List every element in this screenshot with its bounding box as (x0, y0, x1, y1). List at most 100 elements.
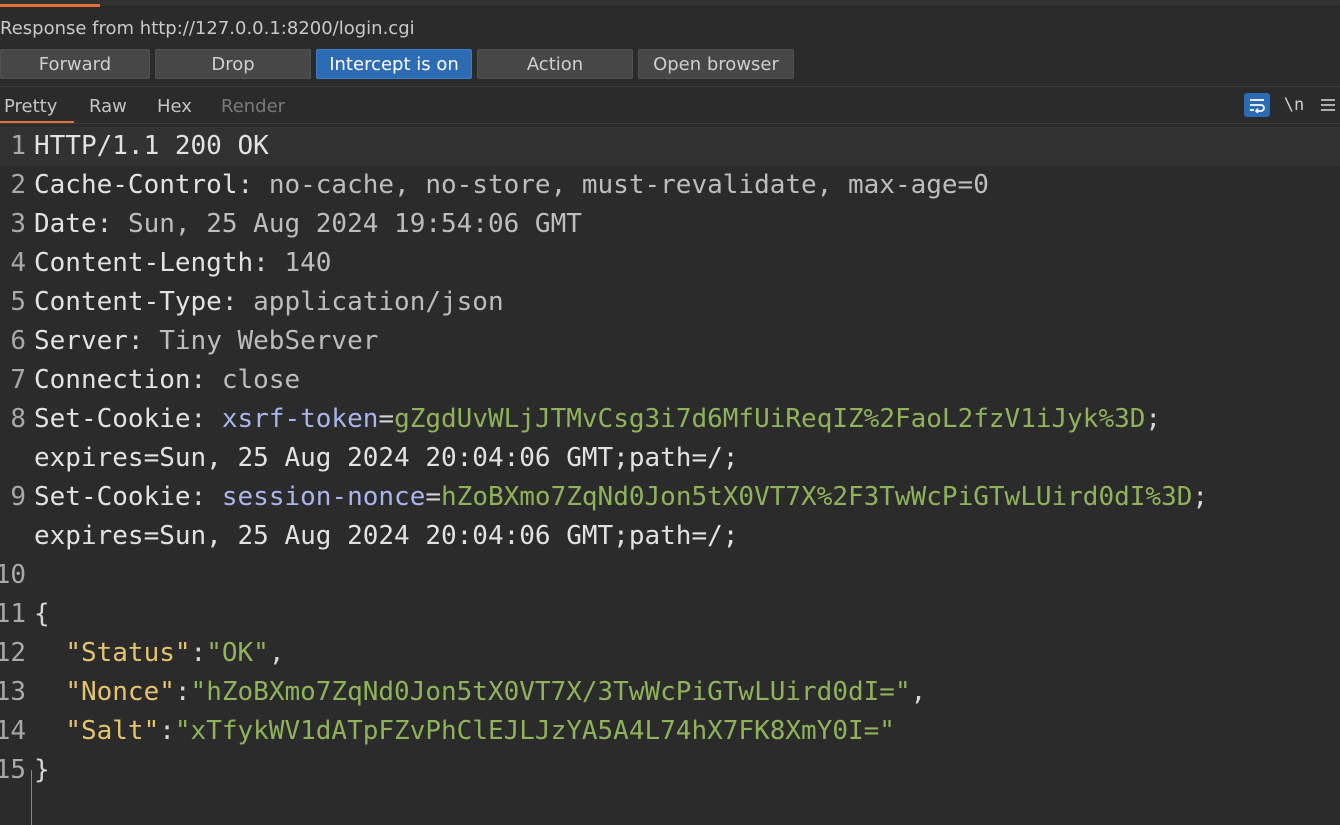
code-token: Date (34, 209, 97, 239)
code-token: hZoBXmo7ZqNd0Jon5tX0VT7X%2F3TwWcPiGTwLUi… (441, 482, 1193, 512)
intercept-toolbar: Forward Drop Intercept is on Action Open… (0, 49, 1340, 81)
code-line: 4 Content-Length: 140 (0, 244, 1340, 283)
code-token: Set-Cookie (34, 404, 191, 434)
line-number: 6 (10, 326, 26, 356)
code-token: { (34, 599, 50, 629)
wrap-lines-icon[interactable] (1244, 93, 1270, 117)
code-token: "Salt" (65, 716, 160, 746)
response-editor[interactable]: 1 HTTP/1.1 200 OK 2 Cache-Control: no-cache… (0, 126, 1340, 825)
action-button[interactable]: Action (477, 49, 633, 79)
code-token: : (127, 326, 160, 356)
code-token: HTTP/1.1 200 OK (34, 131, 269, 161)
code-token: : (253, 248, 285, 278)
line-number: 2 (10, 170, 26, 200)
hamburger-menu-icon[interactable] (1318, 93, 1338, 117)
code-token: no-cache, no-store, must-revalidate, max… (268, 170, 989, 200)
code-line: 13 "Nonce":"hZoBXmo7ZqNd0Jon5tX0VT7X/3Tw… (0, 673, 1340, 712)
code-token: expires=Sun, 25 Aug 2024 20:04:06 GMT;pa… (34, 521, 739, 551)
code-token: Cache-Control (34, 170, 238, 200)
code-line: 5 Content-Type: application/json (0, 283, 1340, 322)
code-token: Content-Length (34, 248, 254, 278)
line-number: 11 (0, 599, 26, 629)
code-line: expires=Sun, 25 Aug 2024 20:04:06 GMT;pa… (0, 517, 1340, 556)
code-token: : (159, 716, 175, 746)
code-token: "OK" (206, 638, 269, 668)
code-token: = (425, 482, 442, 512)
code-token: "Status" (65, 638, 191, 668)
code-line: 2 Cache-Control: no-cache, no-store, must… (0, 166, 1340, 205)
line-content: Server: Tiny WebServer (34, 322, 378, 361)
line-content: Cache-Control: no-cache, no-store, must-… (34, 166, 989, 205)
line-content: Set-Cookie: session-nonce=hZoBXmo7ZqNd0J… (34, 478, 1208, 517)
code-token: Content-Type (34, 287, 222, 317)
line-content: "Nonce":"hZoBXmo7ZqNd0Jon5tX0VT7X/3TwWcP… (34, 673, 926, 712)
line-content: "Salt":"xTfykWV1dATpFZvPhClEJLJzYA5A4L74… (34, 712, 895, 751)
code-token: : (190, 482, 222, 512)
code-token: "Nonce" (65, 677, 175, 707)
intercept-toggle-button[interactable]: Intercept is on (316, 49, 472, 79)
line-number: 12 (0, 638, 26, 668)
code-token: Sun, 25 Aug 2024 19:54:06 GMT (127, 209, 582, 239)
line-number: 10 (0, 560, 26, 590)
response-title: Response from http://127.0.0.1:8200/logi… (0, 18, 415, 39)
code-token: gZgdUvWLjJTMvCsg3i7d6MfUiReqIZ%2FaoL2fzV… (394, 404, 1146, 434)
code-line: 9 Set-Cookie: session-nonce=hZoBXmo7ZqNd0… (0, 478, 1340, 517)
code-line: 3 Date: Sun, 25 Aug 2024 19:54:06 GMT (0, 205, 1340, 244)
code-token: : (237, 170, 269, 200)
line-content: Connection: close (34, 361, 300, 400)
code-line: expires=Sun, 25 Aug 2024 20:04:06 GMT;pa… (0, 439, 1340, 478)
code-token: : (174, 677, 191, 707)
code-token: : (221, 287, 254, 317)
tab-raw[interactable]: Raw (89, 96, 127, 118)
line-number: 14 (0, 716, 26, 746)
line-number: 1 (10, 131, 26, 161)
line-content: "Status":"OK", (34, 634, 284, 673)
code-line: 14 "Salt":"xTfykWV1dATpFZvPhClEJLJzYA5A4… (0, 712, 1340, 751)
line-content: expires=Sun, 25 Aug 2024 20:04:06 GMT;pa… (34, 439, 738, 478)
code-token: 140 (284, 248, 332, 278)
show-newlines-toggle[interactable]: \n (1283, 93, 1305, 117)
line-number: 8 (10, 404, 26, 434)
tab-pretty[interactable]: Pretty (4, 96, 57, 118)
tab-hex[interactable]: Hex (157, 96, 192, 118)
open-browser-button[interactable]: Open browser (638, 49, 794, 79)
code-line: 6 Server: Tiny WebServer (0, 322, 1340, 361)
code-token: } (34, 755, 50, 785)
code-line: 7 Connection: close (0, 361, 1340, 400)
line-number: 9 (10, 482, 26, 512)
line-number: 7 (10, 365, 26, 395)
code-token: : (96, 209, 128, 239)
code-token: : (190, 365, 222, 395)
line-number: 4 (10, 248, 26, 278)
window-top-strip (0, 0, 1340, 7)
viewer-tab-bar: Pretty Raw Hex Render \n (0, 86, 1340, 124)
code-token: Set-Cookie (34, 482, 191, 512)
tab-render[interactable]: Render (221, 96, 285, 118)
forward-button[interactable]: Forward (0, 49, 150, 79)
code-line: 8 Set-Cookie: xsrf-token=gZgdUvWLjJTMvCsg… (0, 400, 1340, 439)
line-content: Content-Type: application/json (34, 283, 504, 322)
code-token: xsrf-token (221, 404, 379, 434)
code-token: , (268, 638, 285, 668)
code-token: : (190, 404, 222, 434)
code-line: 10 (0, 556, 1340, 595)
code-token: "xTfykWV1dATpFZvPhClEJLJzYA5A4L74hX7FK8X… (174, 716, 895, 746)
line-number: 13 (0, 677, 26, 707)
code-token: ; (1145, 404, 1162, 434)
code-token: expires=Sun, 25 Aug 2024 20:04:06 GMT;pa… (34, 443, 739, 473)
code-token: ; (1192, 482, 1209, 512)
line-content: { (34, 595, 50, 634)
code-token: session-nonce (221, 482, 426, 512)
line-content: expires=Sun, 25 Aug 2024 20:04:06 GMT;pa… (34, 517, 738, 556)
line-number: 3 (10, 209, 26, 239)
line-number: 5 (10, 287, 26, 317)
line-number: 15 (0, 755, 26, 785)
line-content: Date: Sun, 25 Aug 2024 19:54:06 GMT (34, 205, 582, 244)
drop-button[interactable]: Drop (155, 49, 311, 79)
line-content: HTTP/1.1 200 OK (34, 127, 269, 166)
active-tab-indicator (0, 4, 100, 7)
code-line: 11 { (0, 595, 1340, 634)
